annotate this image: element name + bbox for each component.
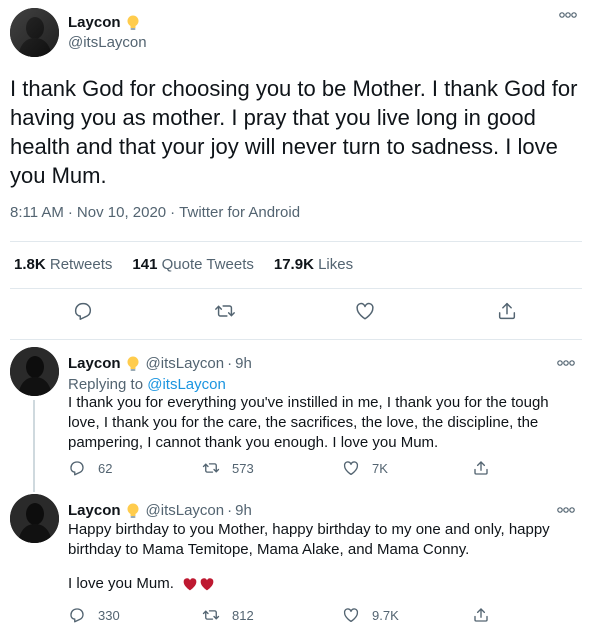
header-dot: · xyxy=(227,355,233,372)
quotes-count: 141 xyxy=(132,256,158,273)
author-handle[interactable]: @itsLaycon xyxy=(146,355,225,372)
retweet-icon xyxy=(202,463,220,473)
avatar[interactable] xyxy=(10,8,59,57)
reply-header: Laycon @itsLaycon · 9h xyxy=(68,355,252,372)
lightbulb-icon xyxy=(126,15,140,31)
divider xyxy=(10,288,582,289)
retweet-count: 812 xyxy=(232,607,254,623)
like-button[interactable]: 7K xyxy=(342,459,388,477)
reply-text: Happy birthday to you Mother, happy birt… xyxy=(68,521,550,558)
tweet-source[interactable]: Twitter for Android xyxy=(179,204,300,221)
replying-to: Replying to @itsLaycon xyxy=(68,376,226,393)
quotes-label: Quote Tweets xyxy=(161,256,254,273)
more-icon[interactable] xyxy=(556,503,576,517)
reply-actions: 62 573 7K xyxy=(68,459,508,479)
author-name[interactable]: Laycon xyxy=(68,355,121,372)
divider xyxy=(10,241,582,242)
share-icon xyxy=(474,608,488,622)
author-handle[interactable]: @itsLaycon xyxy=(68,34,147,51)
reply-tweet[interactable]: Laycon @itsLaycon · 9h Replying to @itsL… xyxy=(10,347,582,492)
tweet-time[interactable]: 8:11 AM xyxy=(10,204,64,221)
reply-header: Laycon @itsLaycon · 9h xyxy=(68,502,252,519)
reply-count: 62 xyxy=(98,460,113,476)
retweet-button[interactable]: 812 xyxy=(202,606,254,624)
reply-tweet[interactable]: Laycon @itsLaycon · 9h Happy birthday to… xyxy=(10,494,582,634)
likes-stat[interactable]: 17.9K Likes xyxy=(274,256,353,273)
tweet-stats: 1.8K Retweets 141 Quote Tweets 17.9K Lik… xyxy=(14,256,373,273)
quotes-stat[interactable]: 141 Quote Tweets xyxy=(132,256,253,273)
reply-icon xyxy=(70,461,84,476)
header-dot: · xyxy=(227,502,233,519)
likes-label: Likes xyxy=(318,256,354,273)
more-icon[interactable] xyxy=(556,356,576,370)
retweets-stat[interactable]: 1.8K Retweets xyxy=(14,256,112,273)
reply-button[interactable]: 62 xyxy=(68,459,112,477)
retweet-icon[interactable] xyxy=(214,300,238,324)
meta-separator: · xyxy=(170,204,176,221)
lightbulb-icon xyxy=(126,356,140,372)
reply-button[interactable]: 330 xyxy=(68,606,120,624)
author-name-row[interactable]: Laycon xyxy=(68,14,140,31)
replying-to-link[interactable]: @itsLaycon xyxy=(147,376,226,393)
like-button[interactable]: 9.7K xyxy=(342,606,399,624)
share-icon xyxy=(474,461,488,475)
reply-time[interactable]: 9h xyxy=(235,502,252,519)
author-name[interactable]: Laycon xyxy=(68,502,121,519)
retweet-count: 573 xyxy=(232,460,254,476)
avatar[interactable] xyxy=(10,347,59,396)
like-icon[interactable] xyxy=(354,300,378,324)
divider xyxy=(10,339,582,340)
tweet-text: I thank God for choosing you to be Mothe… xyxy=(10,76,578,188)
reply-icon[interactable] xyxy=(72,300,96,324)
main-tweet-header: Laycon @itsLaycon xyxy=(10,8,580,57)
red-heart-icon xyxy=(183,578,197,591)
reply-actions: 330 812 9.7K xyxy=(68,606,508,626)
meta-separator: · xyxy=(67,204,73,221)
tweet-date[interactable]: Nov 10, 2020 xyxy=(77,204,166,221)
reply-count: 330 xyxy=(98,607,120,623)
reply-icon xyxy=(70,608,84,623)
reply-text-line: I love you Mum. xyxy=(68,574,568,594)
like-count: 9.7K xyxy=(372,607,399,623)
like-icon xyxy=(343,608,359,623)
reply-text: I thank you for everything you've instil… xyxy=(68,394,549,451)
more-icon[interactable] xyxy=(558,8,578,22)
retweet-button[interactable]: 573 xyxy=(202,459,254,477)
avatar[interactable] xyxy=(10,494,59,543)
retweets-label: Retweets xyxy=(49,256,113,273)
red-heart-icon xyxy=(200,578,214,591)
lightbulb-icon xyxy=(126,503,140,519)
retweet-icon xyxy=(202,610,220,620)
like-icon xyxy=(343,461,359,476)
retweets-count: 1.8K xyxy=(14,256,46,273)
likes-count: 17.9K xyxy=(273,256,314,273)
like-count: 7K xyxy=(372,460,388,476)
author-handle[interactable]: @itsLaycon xyxy=(146,502,225,519)
replying-prefix: Replying to xyxy=(68,376,144,393)
share-button[interactable] xyxy=(472,606,490,624)
author-name[interactable]: Laycon xyxy=(68,14,121,31)
thread-line xyxy=(33,400,35,492)
share-icon[interactable] xyxy=(496,300,520,324)
share-button[interactable] xyxy=(472,459,490,477)
tweet-meta: 8:11 AM · Nov 10, 2020 · Twitter for And… xyxy=(10,204,300,221)
reply-time[interactable]: 9h xyxy=(235,355,252,372)
hearts xyxy=(182,576,216,592)
reply-text-closing: I love you Mum. xyxy=(68,575,174,592)
tweet-actions xyxy=(10,300,582,328)
